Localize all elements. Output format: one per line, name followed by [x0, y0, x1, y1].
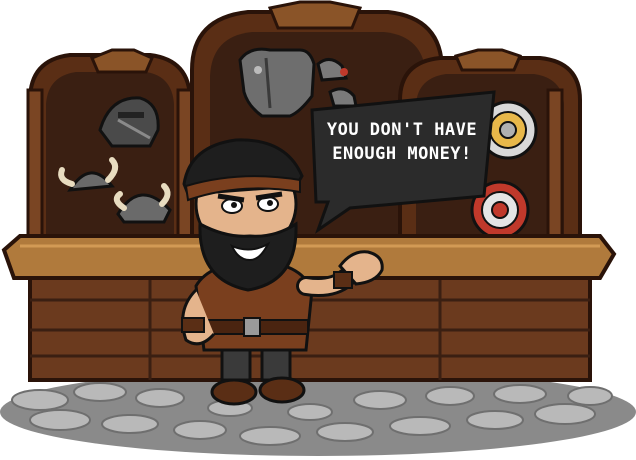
breastplate-icon — [238, 47, 316, 118]
shop-scene — [0, 0, 636, 456]
